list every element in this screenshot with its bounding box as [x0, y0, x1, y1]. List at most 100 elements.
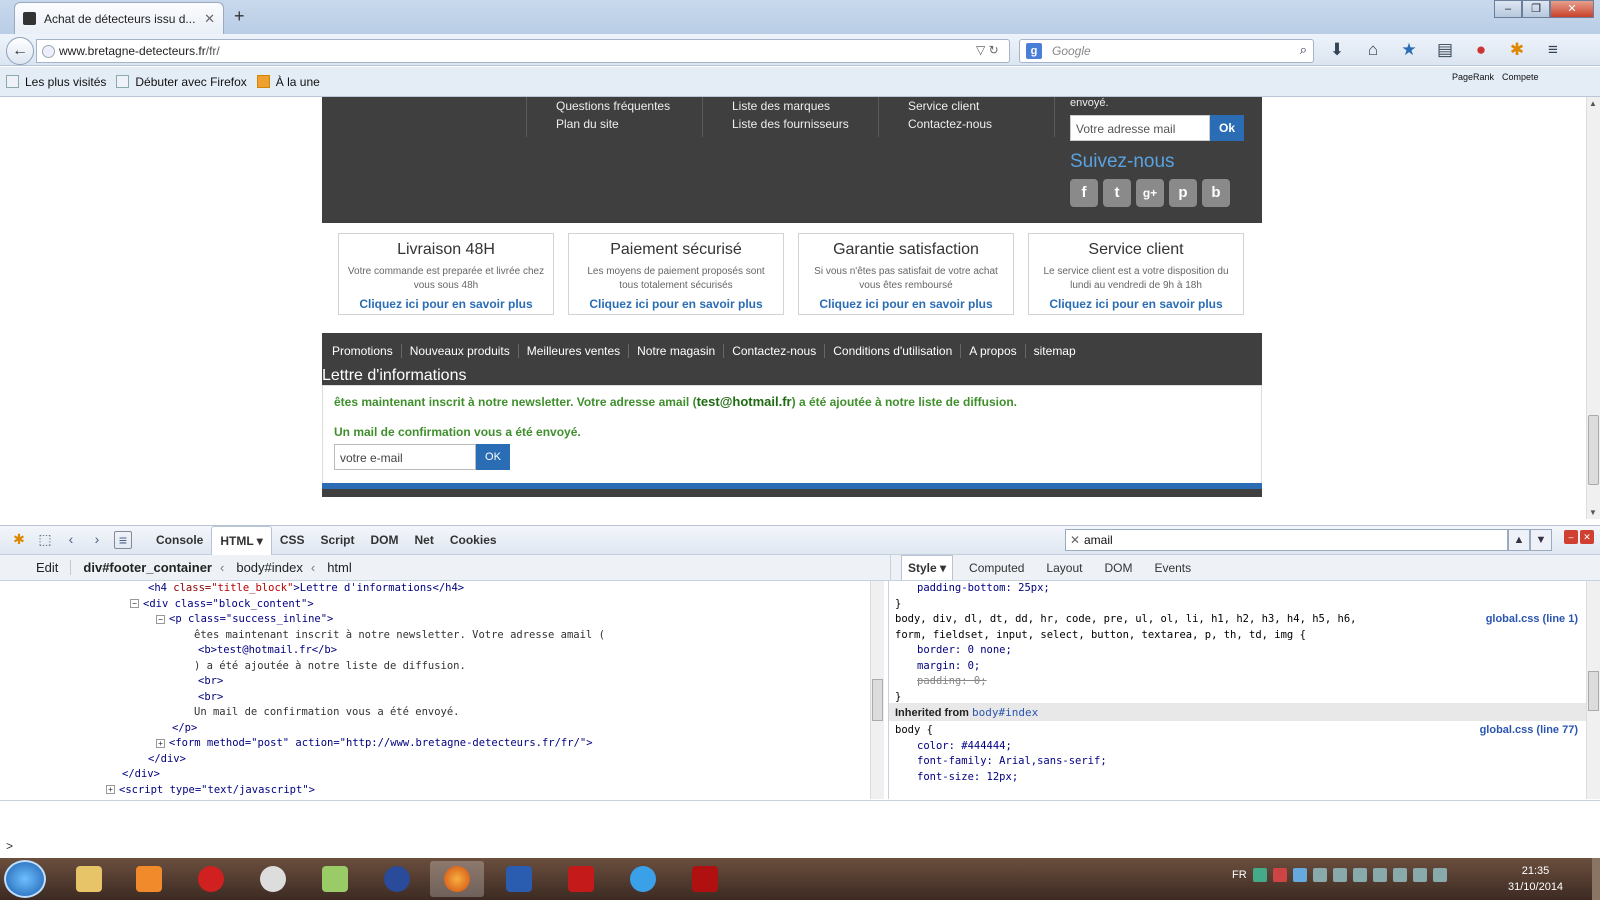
compete-addon[interactable]: Compete: [1502, 72, 1539, 82]
css-selector[interactable]: body, div, dl, dt, dd, hr, code, pre, ul…: [895, 612, 1356, 628]
command-editor-icon[interactable]: ≡: [114, 531, 132, 549]
language-indicator[interactable]: FR: [1232, 869, 1247, 881]
html-panel-scrollbar[interactable]: [870, 581, 884, 799]
taskbar-clock[interactable]: 21:35 31/10/2014: [1508, 863, 1563, 895]
reload-icon[interactable]: ▽ ↻: [976, 43, 999, 57]
crumb-footer-container[interactable]: div#footer_container: [83, 560, 212, 575]
tray-app-icon[interactable]: [1372, 868, 1387, 882]
firebug-icon[interactable]: ✱: [1506, 40, 1528, 60]
menu-promotions[interactable]: Promotions: [332, 344, 402, 358]
scroll-down-icon[interactable]: ▼: [1589, 508, 1597, 517]
tray-app-icon[interactable]: [1312, 868, 1327, 882]
html-text-node[interactable]: êtes maintenant inscrit à notre newslett…: [194, 628, 605, 644]
html-line[interactable]: <h4 class="title_block">Lettre d'informa…: [148, 581, 464, 597]
menu-about[interactable]: A propos: [969, 344, 1026, 358]
css-source-link[interactable]: global.css (line 1): [1486, 612, 1578, 628]
html-text-node[interactable]: ) a été ajoutée à notre liste de diffusi…: [194, 659, 466, 675]
html-line[interactable]: − <div class="block_content">: [130, 597, 314, 613]
footer-link-brands[interactable]: Liste des marques: [732, 97, 849, 115]
google-plus-icon[interactable]: g+: [1136, 179, 1164, 207]
feature-link[interactable]: Cliquez ici pour en savoir plus: [799, 297, 1013, 311]
show-desktop-button[interactable]: [1592, 858, 1600, 900]
tab-computed[interactable]: Computed: [963, 556, 1030, 580]
download-icon[interactable]: ⬇: [1326, 40, 1348, 60]
crumb-body[interactable]: body#index: [236, 560, 303, 575]
volume-icon[interactable]: [1412, 868, 1427, 882]
bookmarks-list-icon[interactable]: ▤: [1434, 40, 1456, 60]
css-rule-line[interactable]: margin: 0;: [917, 659, 980, 675]
start-button[interactable]: [4, 860, 46, 898]
close-firebug-icon[interactable]: ✕: [1580, 530, 1594, 544]
tab-side-dom[interactable]: DOM: [1098, 556, 1138, 580]
scroll-thumb[interactable]: [872, 679, 883, 721]
inherited-link[interactable]: body#index: [972, 706, 1038, 719]
menu-new-products[interactable]: Nouveaux produits: [410, 344, 519, 358]
newsletter-ok-button[interactable]: Ok: [1210, 115, 1244, 141]
css-rule-overridden[interactable]: padding: 0;: [917, 674, 987, 690]
collapse-toggle-icon[interactable]: −: [156, 614, 165, 624]
footer-link-contact[interactable]: Contactez-nous: [908, 115, 992, 133]
detach-icon[interactable]: –: [1564, 530, 1578, 544]
expand-toggle-icon[interactable]: +: [156, 738, 165, 748]
bookmark-getting-started[interactable]: Débuter avec Firefox: [116, 75, 247, 89]
feature-link[interactable]: Cliquez ici pour en savoir plus: [339, 297, 553, 311]
scroll-thumb[interactable]: [1588, 415, 1599, 485]
taskbar-acrobat[interactable]: [554, 861, 608, 897]
tray-app-icon[interactable]: [1332, 868, 1347, 882]
bookmark-a-la-une[interactable]: À la une: [256, 75, 320, 89]
page-scrollbar[interactable]: ▲ ▼: [1586, 97, 1600, 519]
scroll-up-icon[interactable]: ▲: [1589, 99, 1597, 108]
clear-search-icon[interactable]: ✕: [1070, 533, 1080, 547]
firebug-search-input[interactable]: ✕ amail: [1065, 529, 1508, 551]
footer-link-sitemap[interactable]: Plan du site: [556, 115, 670, 133]
html-line[interactable]: + <form method="post" action="http://www.…: [156, 736, 593, 752]
twitter-icon[interactable]: t: [1103, 179, 1131, 207]
html-text-node[interactable]: Un mail de confirmation vous a été envoy…: [194, 705, 460, 721]
network-icon[interactable]: [1392, 868, 1407, 882]
search-icon[interactable]: ⌕: [1300, 42, 1307, 58]
menu-icon[interactable]: ≡: [1542, 40, 1564, 60]
css-rule-line[interactable]: border: 0 none;: [917, 643, 1012, 659]
tab-cookies[interactable]: Cookies: [442, 526, 505, 555]
tab-dom[interactable]: DOM: [363, 526, 407, 555]
tray-app-icon[interactable]: [1272, 868, 1287, 882]
menu-sitemap[interactable]: sitemap: [1034, 344, 1084, 358]
search-bar[interactable]: g Google ⌕: [1019, 39, 1314, 63]
taskbar-explorer[interactable]: [62, 861, 116, 897]
bookmark-star-icon[interactable]: ★: [1398, 40, 1420, 60]
pinterest-icon[interactable]: p: [1169, 179, 1197, 207]
html-line[interactable]: <br>: [198, 690, 223, 706]
css-rule-line[interactable]: font-family: Arial,sans-serif;: [917, 754, 1107, 770]
collapse-toggle-icon[interactable]: −: [130, 599, 139, 608]
footer-link-faq[interactable]: Questions fréquentes: [556, 97, 670, 115]
newsletter-email-input[interactable]: Votre adresse mail: [1070, 115, 1210, 141]
url-bar[interactable]: www.bretagne-detecteurs.fr/fr/: [36, 39, 1010, 63]
taskbar-clock-app[interactable]: [246, 861, 300, 897]
html-line[interactable]: <br>: [198, 674, 223, 690]
taskbar-pin[interactable]: [184, 861, 238, 897]
scroll-thumb[interactable]: [1588, 671, 1599, 711]
menu-best-sales[interactable]: Meilleures ventes: [527, 344, 630, 358]
crumb-html[interactable]: html: [327, 560, 352, 575]
html-line[interactable]: </div>: [122, 767, 160, 783]
back-button[interactable]: ←: [6, 37, 34, 65]
close-window-button[interactable]: ✕: [1550, 0, 1594, 18]
tab-layout[interactable]: Layout: [1040, 556, 1088, 580]
tab-style[interactable]: Style ▾: [901, 555, 954, 580]
menu-store[interactable]: Notre magasin: [637, 344, 725, 358]
menu-terms[interactable]: Conditions d'utilisation: [833, 344, 962, 358]
close-tab-icon[interactable]: ✕: [204, 11, 215, 27]
tab-css[interactable]: CSS: [272, 526, 313, 555]
tab-console[interactable]: Console: [148, 526, 211, 555]
css-selector[interactable]: body {: [895, 723, 933, 739]
html-line[interactable]: <b>test@hotmail.fr</b>: [198, 643, 337, 659]
back-arrow-icon[interactable]: ‹: [62, 531, 80, 549]
home-icon[interactable]: ⌂: [1362, 40, 1384, 60]
minimize-button[interactable]: –: [1494, 0, 1522, 18]
pagerank-addon[interactable]: PageRank: [1452, 72, 1494, 82]
onedrive-icon[interactable]: [1292, 868, 1307, 882]
adblock-icon[interactable]: ●: [1470, 40, 1492, 60]
css-rule-line[interactable]: font-size: 12px;: [917, 770, 1018, 786]
tab-html[interactable]: HTML ▾: [211, 525, 272, 555]
html-line[interactable]: + <script type="text/javascript">: [106, 783, 315, 799]
